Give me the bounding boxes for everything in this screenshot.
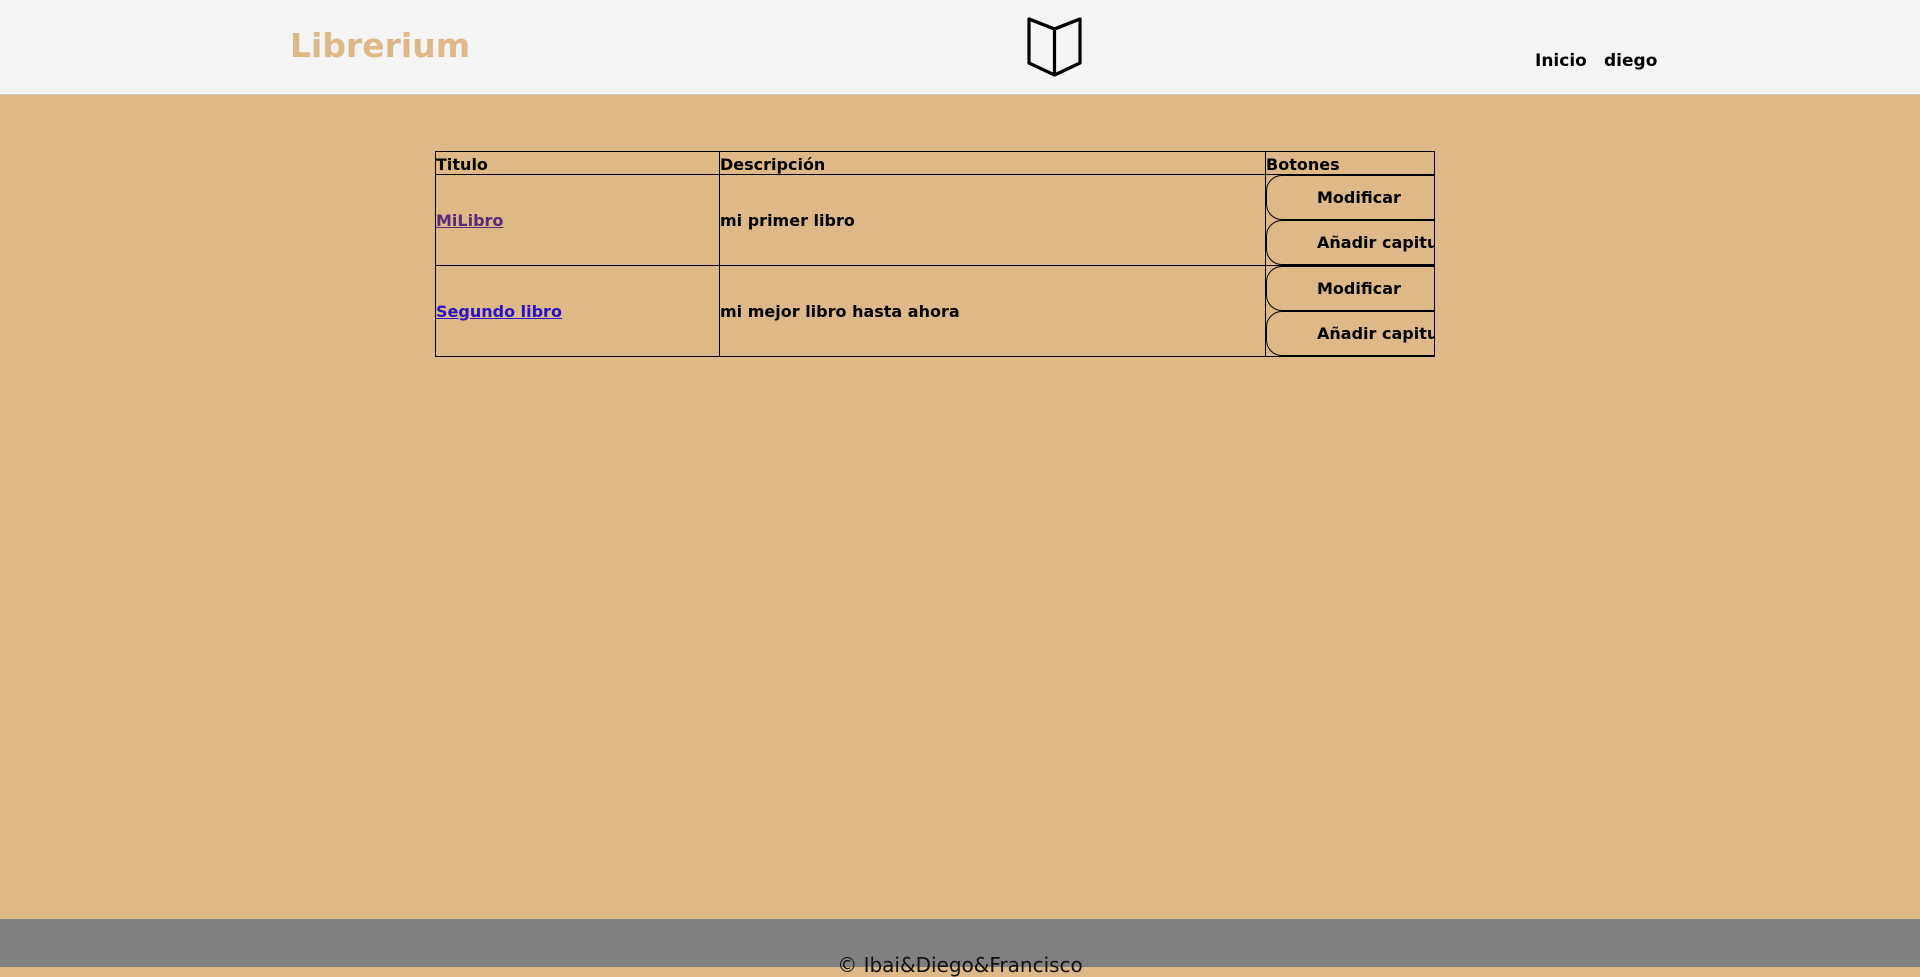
open-book-icon — [1024, 15, 1085, 79]
modificar-button[interactable]: Modificar — [1266, 175, 1434, 220]
buttons-wrapper: Modificar Añadir capitulo — [1266, 175, 1434, 265]
table-cell-descripcion: mi primer libro — [719, 174, 1266, 266]
header-botones: Botones — [1265, 151, 1435, 175]
top-header: Librerium Inicio diego — [0, 0, 1920, 95]
anadir-capitulo-button[interactable]: Añadir capitulo — [1266, 220, 1434, 265]
header-descripcion: Descripción — [719, 151, 1266, 175]
buttons-wrapper: Modificar Añadir capitulo — [1266, 266, 1434, 356]
book-title-link[interactable]: MiLibro — [436, 211, 503, 230]
table-header-row: Titulo Descripción Botones — [435, 151, 1435, 175]
nav-user-link[interactable]: diego — [1604, 51, 1657, 71]
main-content: Titulo Descripción Botones MiLibro mi pr… — [0, 95, 1920, 919]
modificar-button[interactable]: Modificar — [1266, 266, 1434, 311]
table-cell-botones: Modificar Añadir capitulo — [1265, 174, 1435, 266]
table-cell-titulo: Segundo libro — [435, 265, 720, 357]
copyright-text: © Ibai&Diego&Francisco — [837, 953, 1083, 977]
anadir-capitulo-button[interactable]: Añadir capitulo — [1266, 311, 1434, 356]
brand-title[interactable]: Librerium — [290, 26, 470, 65]
header-titulo: Titulo — [435, 151, 720, 175]
books-table: Titulo Descripción Botones MiLibro mi pr… — [435, 151, 1435, 357]
page-footer: © Ibai&Diego&Francisco — [0, 919, 1920, 977]
table-cell-botones: Modificar Añadir capitulo — [1265, 265, 1435, 357]
book-title-link[interactable]: Segundo libro — [436, 302, 562, 321]
table-row: Segundo libro mi mejor libro hasta ahora… — [435, 265, 1435, 357]
table-cell-titulo: MiLibro — [435, 174, 720, 266]
table-row: MiLibro mi primer libro Modificar Añadir… — [435, 174, 1435, 266]
table-cell-descripcion: mi mejor libro hasta ahora — [719, 265, 1266, 357]
nav-inicio-link[interactable]: Inicio — [1535, 51, 1587, 71]
